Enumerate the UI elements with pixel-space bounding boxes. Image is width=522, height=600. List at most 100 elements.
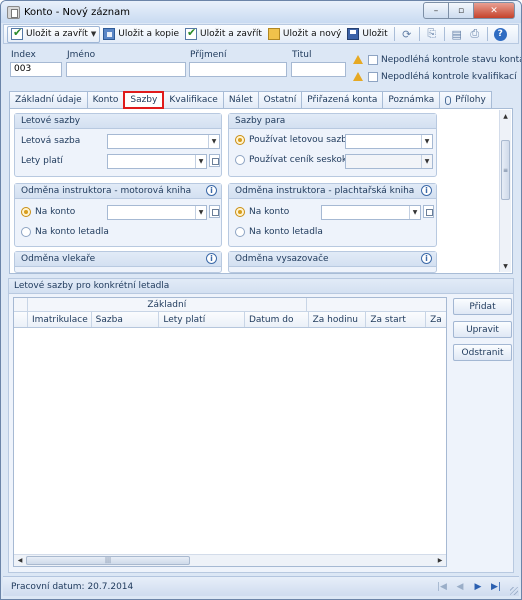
previous-record-icon[interactable]: ◀ [451, 580, 469, 594]
radio-on-icon [235, 207, 245, 217]
next-record-icon[interactable]: ▶ [469, 580, 487, 594]
col-za-hodinu[interactable]: Za hodinu [309, 312, 367, 327]
radio-use-rate[interactable]: Používat letovou sazbu [235, 135, 353, 145]
save-close-icon [11, 26, 23, 40]
group-odmena-vlekare-label: Odměna vlekaře [21, 254, 96, 264]
scroll-down-icon[interactable]: ▼ [500, 261, 511, 271]
save-close-button[interactable]: Uložit a zavřít [182, 26, 265, 43]
aircraft-rates-grid[interactable]: Základní Imatrikulace Sazba Lety platí D… [13, 297, 447, 567]
toolbar: Uložit a zavřít ▼ Uložit a kopie Uložit … [3, 24, 519, 44]
tab-prirazena-konta[interactable]: Přiřazená konta [301, 91, 384, 108]
save-close-split-button[interactable]: Uložit a zavřít ▼ [7, 25, 101, 43]
save-new-button[interactable]: Uložit a nový [265, 26, 344, 43]
paperclip-icon[interactable]: ⎘ [425, 27, 439, 41]
chevron-down-icon[interactable]: ▼ [195, 155, 206, 168]
surname-field[interactable] [189, 62, 287, 77]
tab-sazby[interactable]: Sazby [123, 91, 165, 109]
help-icon[interactable]: ? [493, 27, 507, 41]
col-lety-plati[interactable]: Lety platí [159, 312, 245, 327]
scroll-up-icon[interactable]: ▲ [500, 111, 511, 121]
info-icon[interactable]: i [206, 253, 217, 264]
save-button[interactable]: Uložit [344, 26, 390, 43]
radio-glider-plane-account[interactable]: Na konto letadla [235, 227, 323, 237]
last-record-icon[interactable]: ▶| [487, 580, 505, 594]
qualification-label: Nepodléhá kontrole kvalifikací [381, 71, 517, 82]
radio-motor-account-label: Na konto [35, 207, 76, 217]
radio-off-icon [235, 227, 245, 237]
chk-account-state-row[interactable]: Nepodléhá kontrole stavu konta [353, 54, 521, 65]
name-field[interactable] [66, 62, 186, 77]
col-za-start[interactable]: Za start [366, 312, 427, 327]
close-button[interactable]: ✕ [473, 2, 515, 19]
scrollbar-thumb[interactable]: ≡ [501, 140, 510, 200]
price-list-combo: ▼ [345, 154, 433, 169]
refresh-icon[interactable]: ⟳ [400, 27, 414, 41]
toolbar-separator [393, 27, 395, 41]
info-icon[interactable]: i [421, 253, 432, 264]
printer-icon[interactable]: ⎙ [468, 27, 482, 41]
first-record-icon[interactable]: |◀ [433, 580, 451, 594]
chevron-down-icon[interactable]: ▼ [208, 135, 219, 148]
radio-use-price-list[interactable]: Používat ceník seskoků [235, 155, 353, 165]
col-datum-do[interactable]: Datum do [245, 312, 309, 327]
group-sazby-para: Sazby para Používat letovou sazbu ▼ Použ… [228, 113, 437, 177]
resize-grip[interactable] [510, 587, 518, 595]
info-icon[interactable]: i [421, 185, 432, 196]
group-letove-sazby: Letové sazby Letová sazba ▼ Lety platí ▼ [14, 113, 222, 177]
rate-combo[interactable]: ▼ [107, 134, 220, 149]
horizontal-scrollbar[interactable]: ◀ ||| ▶ [14, 554, 446, 566]
radio-use-price-list-label: Používat ceník seskoků [249, 155, 353, 165]
tab-strip: Základní údaje Konto Sazby Kvalifikace N… [9, 91, 492, 109]
col-imatrikulace[interactable]: Imatrikulace [28, 312, 92, 327]
scroll-left-icon[interactable]: ◀ [15, 555, 25, 566]
index-field[interactable]: 003 [10, 62, 62, 77]
chevron-down-icon[interactable]: ▼ [195, 206, 206, 219]
info-icon[interactable]: i [206, 185, 217, 196]
tab-nalet[interactable]: Nálet [222, 91, 259, 108]
vertical-scrollbar[interactable]: ▲ ≡ ▼ [499, 110, 511, 272]
tab-prilohy[interactable]: Přílohy [439, 91, 492, 108]
motor-account-combo[interactable]: ▼ [107, 205, 207, 220]
save-close-label: Uložit a zavřít [26, 29, 88, 39]
scrollbar-thumb[interactable]: ||| [26, 556, 190, 565]
chevron-down-icon[interactable]: ▼ [421, 135, 432, 148]
clear-icon[interactable] [209, 154, 220, 167]
add-button[interactable]: Přidat [453, 298, 512, 315]
tab-kvalifikace[interactable]: Kvalifikace [163, 91, 224, 108]
account-state-checkbox[interactable] [368, 54, 378, 65]
maximize-button[interactable]: ▫ [448, 2, 474, 19]
tab-konto[interactable]: Konto [86, 91, 125, 108]
remove-button[interactable]: Odstranit [453, 344, 512, 361]
qualification-checkbox[interactable] [368, 71, 378, 82]
flights-valid-combo[interactable]: ▼ [107, 154, 207, 169]
glider-account-combo[interactable]: ▼ [321, 205, 421, 220]
save-copy-button[interactable]: Uložit a kopie [100, 26, 182, 43]
tab-ostatni[interactable]: Ostatní [257, 91, 303, 108]
surname-label: Příjmení [190, 50, 227, 60]
chevron-down-icon[interactable]: ▼ [409, 206, 420, 219]
radio-off-icon [235, 155, 245, 165]
clear-icon[interactable] [423, 205, 434, 218]
radio-motor-plane-account[interactable]: Na konto letadla [21, 227, 109, 237]
chevron-down-icon[interactable]: ▼ [91, 30, 96, 38]
radio-glider-account[interactable]: Na konto [235, 207, 289, 217]
radio-use-rate-label: Používat letovou sazbu [249, 135, 353, 145]
tab-poznamka[interactable]: Poznámka [382, 91, 441, 108]
edit-button[interactable]: Upravit [453, 321, 512, 338]
document-icon[interactable]: ▤ [450, 27, 464, 41]
chk-qualification-row[interactable]: Nepodléhá kontrole kvalifikací [353, 71, 517, 82]
title-field[interactable] [291, 62, 346, 77]
tab-content-sazby: Letové sazby Letová sazba ▼ Lety platí ▼… [9, 108, 513, 274]
group-odmena-motor-title: Odměna instruktora - motorová kniha i [15, 184, 221, 199]
save-new-label: Uložit a nový [282, 29, 342, 39]
col-sazba[interactable]: Sazba [92, 312, 160, 327]
scroll-right-icon[interactable]: ▶ [435, 555, 445, 566]
para-rate-combo[interactable]: ▼ [345, 134, 433, 149]
col-za[interactable]: Za [426, 312, 446, 327]
radio-off-icon [21, 227, 31, 237]
save-copy-label: Uložit a kopie [118, 29, 180, 39]
clear-icon[interactable] [209, 205, 220, 218]
radio-motor-account[interactable]: Na konto [21, 207, 75, 217]
tab-zakladni-udaje[interactable]: Základní údaje [9, 91, 88, 108]
minimize-button[interactable]: – [423, 2, 449, 19]
